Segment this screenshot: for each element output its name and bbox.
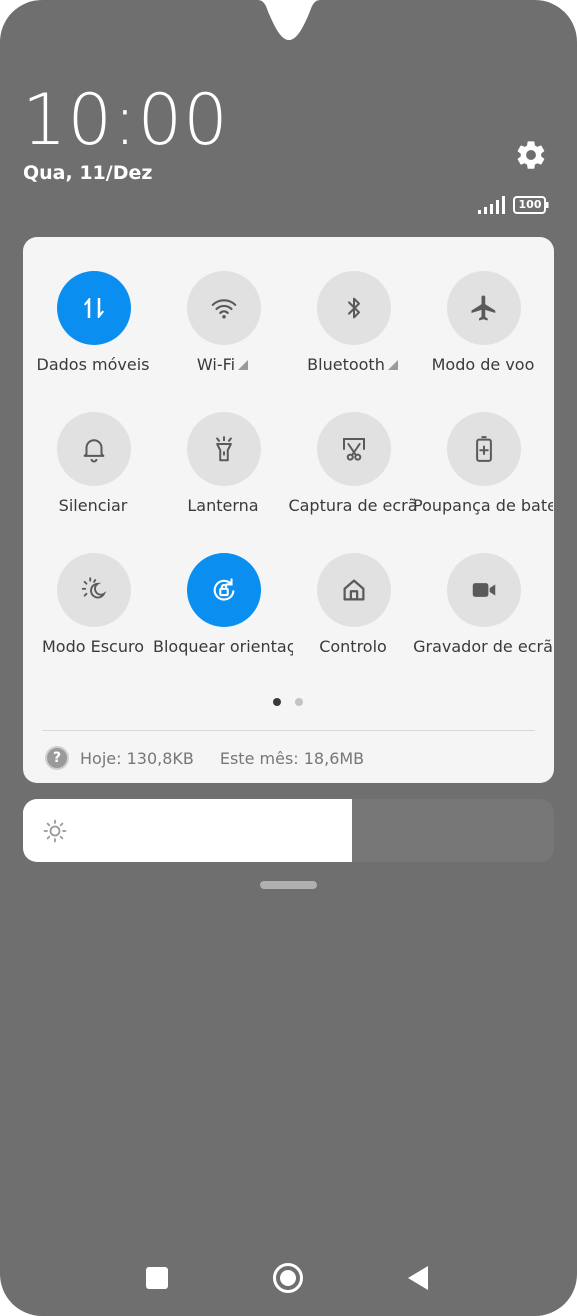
settings-gear-icon[interactable]: [514, 138, 548, 172]
back-triangle-icon[interactable]: [406, 1264, 430, 1292]
quick-tile-lanterna-button[interactable]: [187, 412, 261, 486]
quick-tile-wi-fi-button[interactable]: [187, 271, 261, 345]
quick-tile-label: Captura de ecrã: [288, 496, 418, 515]
quick-tile-modo-escuro-button[interactable]: [57, 553, 131, 627]
camera-notch: [0, 0, 577, 40]
data-usage-month: Este mês: 18,6MB: [219, 748, 365, 768]
recent-apps-square-icon[interactable]: [145, 1266, 169, 1290]
divider: [42, 730, 535, 731]
quick-tile-label: Controlo: [319, 637, 387, 656]
battery-saver-icon: [476, 436, 492, 462]
brightness-sun-icon: [43, 819, 67, 843]
quick-tile-bluetooth-button[interactable]: [317, 271, 391, 345]
flashlight-icon: [216, 436, 232, 462]
signal-strength-icon: [478, 196, 505, 214]
quick-tile-label: Modo de voo: [431, 355, 535, 374]
data-usage-today: Hoje: 130,8KB: [80, 748, 194, 768]
bell-icon: [83, 439, 105, 463]
quick-tile-bluetooth[interactable]: Bluetooth: [283, 237, 413, 374]
date[interactable]: Qua, 11/Dez: [23, 162, 152, 184]
help-icon: ?: [45, 746, 69, 770]
quick-tile-label: Bloquear orientação: [153, 637, 293, 656]
quick-tile-dados-moveis-button[interactable]: [57, 271, 131, 345]
quick-tile-controlo-button[interactable]: [317, 553, 391, 627]
quick-tile-modo-de-voo[interactable]: Modo de voo: [413, 237, 543, 374]
quick-tile-dados-moveis[interactable]: Dados móveis: [23, 237, 153, 374]
page-indicator: [273, 698, 313, 708]
quick-tile-captura-de-ecra-button[interactable]: [317, 412, 391, 486]
quick-tile-modo-de-voo-button[interactable]: [447, 271, 521, 345]
wifi-icon: [211, 299, 237, 319]
quick-tile-wi-fi[interactable]: Wi-Fi: [153, 237, 283, 374]
navigation-bar: [0, 1250, 577, 1310]
home-circle-icon[interactable]: [272, 1262, 304, 1294]
panel-drag-handle[interactable]: [260, 881, 317, 889]
home-icon: [343, 579, 365, 601]
bluetooth-icon: [348, 297, 360, 319]
phone-screen: 10:00 Qua, 11/Dez 100 Dados móveis Wi-Fi B…: [0, 0, 577, 1316]
screenshot-icon: [343, 438, 365, 461]
quick-tile-poupanca-de-bateria-button[interactable]: [447, 412, 521, 486]
page-dot-2[interactable]: [295, 698, 303, 706]
quick-tile-controlo[interactable]: Controlo: [283, 519, 413, 656]
dark-mode-icon: [81, 577, 107, 599]
video-camera-icon: [472, 583, 496, 597]
quick-tile-label: Dados móveis: [36, 355, 150, 374]
battery-level: 100: [518, 198, 542, 211]
mobile-data-icon: [84, 298, 104, 318]
airplane-icon: [471, 295, 496, 321]
quick-tile-gravador-de-ecra[interactable]: Gravador de ecrã: [413, 519, 553, 656]
clock[interactable]: 10:00: [22, 80, 229, 160]
battery-indicator: 100: [513, 196, 549, 214]
quick-tile-modo-escuro[interactable]: Modo Escuro: [23, 519, 153, 656]
page-dot-1[interactable]: [273, 698, 281, 706]
expand-arrow-icon[interactable]: [238, 360, 249, 370]
quick-tile-lanterna[interactable]: Lanterna: [153, 378, 283, 515]
rotation-lock-icon: [213, 578, 235, 601]
quick-tile-silenciar[interactable]: Silenciar: [23, 378, 153, 515]
quick-tile-label: Modo Escuro: [41, 637, 145, 656]
quick-tile-gravador-de-ecra-button[interactable]: [447, 553, 521, 627]
quick-tile-label: Lanterna: [187, 496, 259, 515]
data-usage-row[interactable]: ? Hoje: 130,8KB Este mês: 18,6MB: [45, 745, 364, 771]
expand-arrow-icon[interactable]: [387, 360, 398, 370]
quick-tile-captura-de-ecra[interactable]: Captura de ecrã: [283, 378, 418, 515]
brightness-slider[interactable]: [23, 799, 554, 862]
quick-tile-silenciar-button[interactable]: [57, 412, 131, 486]
quick-tile-label: Silenciar: [58, 496, 128, 515]
quick-settings-panel: Dados móveis Wi-Fi Bluetooth Modo de voo Sil…: [23, 237, 554, 783]
quick-tile-label: Poupança de bateria: [413, 496, 553, 515]
quick-tile-bloquear-orientacao-button[interactable]: [187, 553, 261, 627]
quick-tile-poupanca-de-bateria[interactable]: Poupança de bateria: [413, 378, 553, 515]
brightness-fill: [23, 799, 352, 862]
quick-tile-label: Gravador de ecrã: [413, 637, 553, 656]
quick-tile-bloquear-orientacao[interactable]: Bloquear orientação: [153, 519, 293, 656]
quick-tile-label: Wi-Fi: [196, 355, 236, 374]
